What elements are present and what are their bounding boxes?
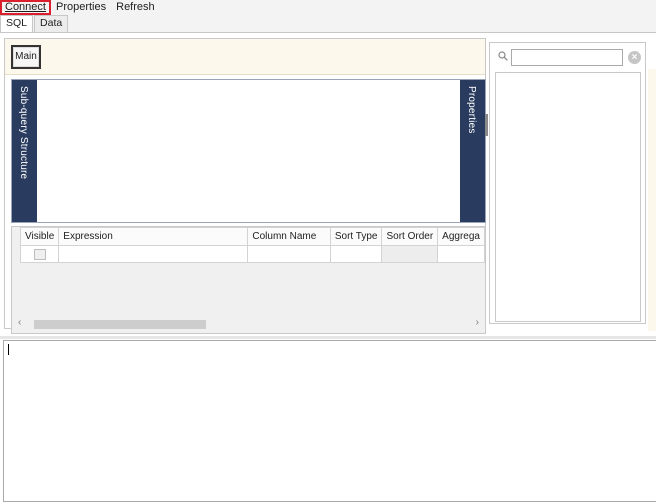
cell-visible	[19, 245, 60, 263]
scroll-left-arrow-icon[interactable]: ‹	[18, 317, 21, 328]
cell-column-name[interactable]	[247, 245, 331, 263]
columns-table: Visible Expression Column Name Sort Type…	[19, 227, 485, 263]
menu-properties[interactable]: Properties	[51, 0, 111, 15]
scroll-thumb[interactable]	[34, 320, 206, 329]
tab-data[interactable]: Data	[34, 15, 69, 32]
col-header-sort-order[interactable]: Sort Order	[381, 227, 439, 246]
cell-expression[interactable]	[58, 245, 249, 263]
col-header-aggregate[interactable]: Aggrega	[437, 227, 485, 246]
col-header-column-name[interactable]: Column Name	[247, 227, 331, 246]
search-input[interactable]	[511, 49, 623, 66]
cell-sort-order[interactable]	[381, 245, 439, 263]
properties-panel[interactable]: Properties	[460, 80, 488, 222]
col-header-visible[interactable]: Visible	[19, 227, 60, 246]
sql-text-editor[interactable]	[3, 340, 656, 502]
menu-connect[interactable]: Connect	[0, 0, 51, 15]
right-edge-strip	[648, 69, 656, 331]
query-builder-area: Main Sub-query Structure Properties Visi…	[0, 32, 656, 336]
text-caret	[8, 344, 9, 355]
properties-scroll-thumb[interactable]	[485, 114, 488, 136]
schema-tree[interactable]	[495, 72, 641, 322]
subquery-structure-panel[interactable]: Sub-query Structure	[12, 80, 37, 222]
subquery-structure-label: Sub-query Structure	[18, 86, 29, 180]
grid-horizontal-scrollbar[interactable]: ‹ ›	[12, 316, 485, 332]
diagram-canvas[interactable]: Sub-query Structure Properties	[11, 79, 488, 223]
cell-sort-type[interactable]	[329, 245, 383, 263]
table-row	[19, 245, 485, 263]
view-tabs: SQL Data	[0, 15, 656, 32]
properties-panel-label: Properties	[466, 86, 477, 134]
col-header-expression[interactable]: Expression	[58, 227, 249, 246]
scroll-right-arrow-icon[interactable]: ›	[476, 317, 479, 328]
menu-bar: Connect Properties Refresh	[0, 0, 656, 15]
splitter[interactable]	[0, 336, 656, 339]
search-icon	[498, 51, 508, 61]
columns-grid: Visible Expression Column Name Sort Type…	[11, 226, 486, 334]
main-query-tab[interactable]: Main	[11, 45, 41, 69]
col-header-sort-type[interactable]: Sort Type	[329, 227, 383, 246]
search-row: ×	[490, 43, 645, 71]
grid-header-row: Visible Expression Column Name Sort Type…	[19, 227, 485, 246]
visible-checkbox[interactable]	[33, 248, 46, 260]
cell-aggregate[interactable]	[437, 245, 485, 263]
query-tab-strip: Main	[5, 39, 485, 75]
query-designer: Main Sub-query Structure Properties Visi…	[4, 38, 488, 334]
clear-search-icon[interactable]: ×	[628, 51, 641, 64]
database-schema-panel: ×	[489, 42, 646, 324]
menu-refresh[interactable]: Refresh	[111, 0, 160, 15]
tab-sql[interactable]: SQL	[0, 15, 34, 32]
